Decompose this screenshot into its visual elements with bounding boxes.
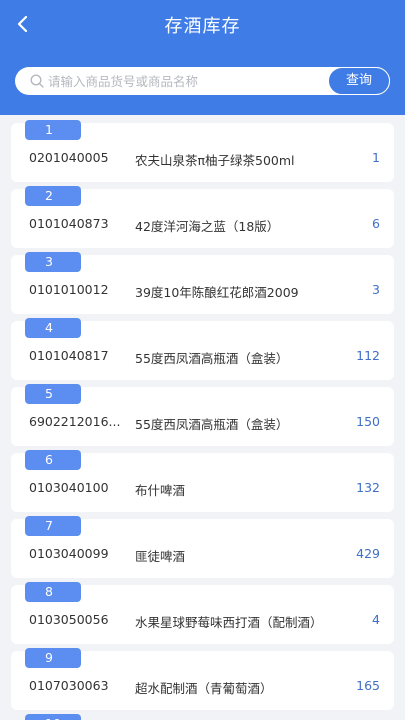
item-index-badge: 7 (25, 516, 81, 536)
item-name: 55度西凤酒高瓶酒（盒装） (135, 417, 289, 432)
item-quantity: 112 (356, 348, 380, 363)
item-name: 农夫山泉茶π柚子绿茶500ml (135, 153, 295, 168)
list-item[interactable]: 7 0103040099 匪徒啤酒 429 (11, 516, 394, 578)
list-item[interactable]: 5 6902212016... 55度西凤酒高瓶酒（盒装） 150 (11, 384, 394, 446)
item-code: 0101040817 (29, 348, 109, 363)
item-code: 6902212016... (29, 414, 121, 429)
item-index-badge: 2 (25, 186, 81, 206)
item-quantity: 132 (356, 480, 380, 495)
item-name: 42度洋河海之蓝（18版） (135, 219, 280, 234)
item-code: 0107030063 (29, 678, 109, 693)
search-bar: 查询 (15, 67, 390, 95)
item-index-badge: 4 (25, 318, 81, 338)
item-quantity: 429 (356, 546, 380, 561)
list-item[interactable]: 1 0201040005 农夫山泉茶π柚子绿茶500ml 1 (11, 120, 394, 182)
search-input[interactable] (48, 67, 328, 95)
list-item[interactable]: 2 0101040873 42度洋河海之蓝（18版） 6 (11, 186, 394, 248)
item-code: 0103040099 (29, 546, 109, 561)
item-name: 39度10年陈酿红花郎酒2009 (135, 285, 299, 300)
item-name: 55度西凤酒高瓶酒（盒装） (135, 351, 289, 366)
item-name: 超水配制酒（青葡萄酒） (135, 681, 273, 696)
list-item[interactable]: 4 0101040817 55度西凤酒高瓶酒（盒装） 112 (11, 318, 394, 380)
list-item[interactable]: 3 0101010012 39度10年陈酿红花郎酒2009 3 (11, 252, 394, 314)
item-quantity: 3 (372, 282, 380, 297)
item-index-badge: 1 (25, 120, 81, 140)
item-index-badge: 5 (25, 384, 81, 404)
item-quantity: 4 (372, 612, 380, 627)
item-code: 0103050056 (29, 612, 109, 627)
item-index-badge: 10 (25, 714, 81, 720)
item-index-badge: 9 (25, 648, 81, 668)
app-header: 存酒库存 查询 (0, 0, 405, 115)
item-quantity: 165 (356, 678, 380, 693)
item-index-badge: 6 (25, 450, 81, 470)
list-item[interactable]: 8 0103050056 水果星球野莓味西打酒（配制酒） 4 (11, 582, 394, 644)
item-index-badge: 3 (25, 252, 81, 272)
item-quantity: 6 (372, 216, 380, 231)
item-code: 0101010012 (29, 282, 109, 297)
item-index-badge: 8 (25, 582, 81, 602)
item-quantity: 150 (356, 414, 380, 429)
item-name: 匪徒啤酒 (135, 549, 186, 564)
list-item[interactable]: 6 0103040100 布什啤酒 132 (11, 450, 394, 512)
list-item[interactable]: 9 0107030063 超水配制酒（青葡萄酒） 165 (11, 648, 394, 710)
item-name: 布什啤酒 (135, 483, 186, 498)
item-quantity: 1 (372, 150, 380, 165)
item-code: 0101040873 (29, 216, 109, 231)
item-code: 0201040005 (29, 150, 109, 165)
search-icon (30, 74, 44, 88)
search-button[interactable]: 查询 (328, 67, 390, 95)
page-title: 存酒库存 (164, 16, 241, 37)
item-name: 水果星球野莓味西打酒（配制酒） (135, 615, 323, 630)
item-code: 0103040100 (29, 480, 109, 495)
